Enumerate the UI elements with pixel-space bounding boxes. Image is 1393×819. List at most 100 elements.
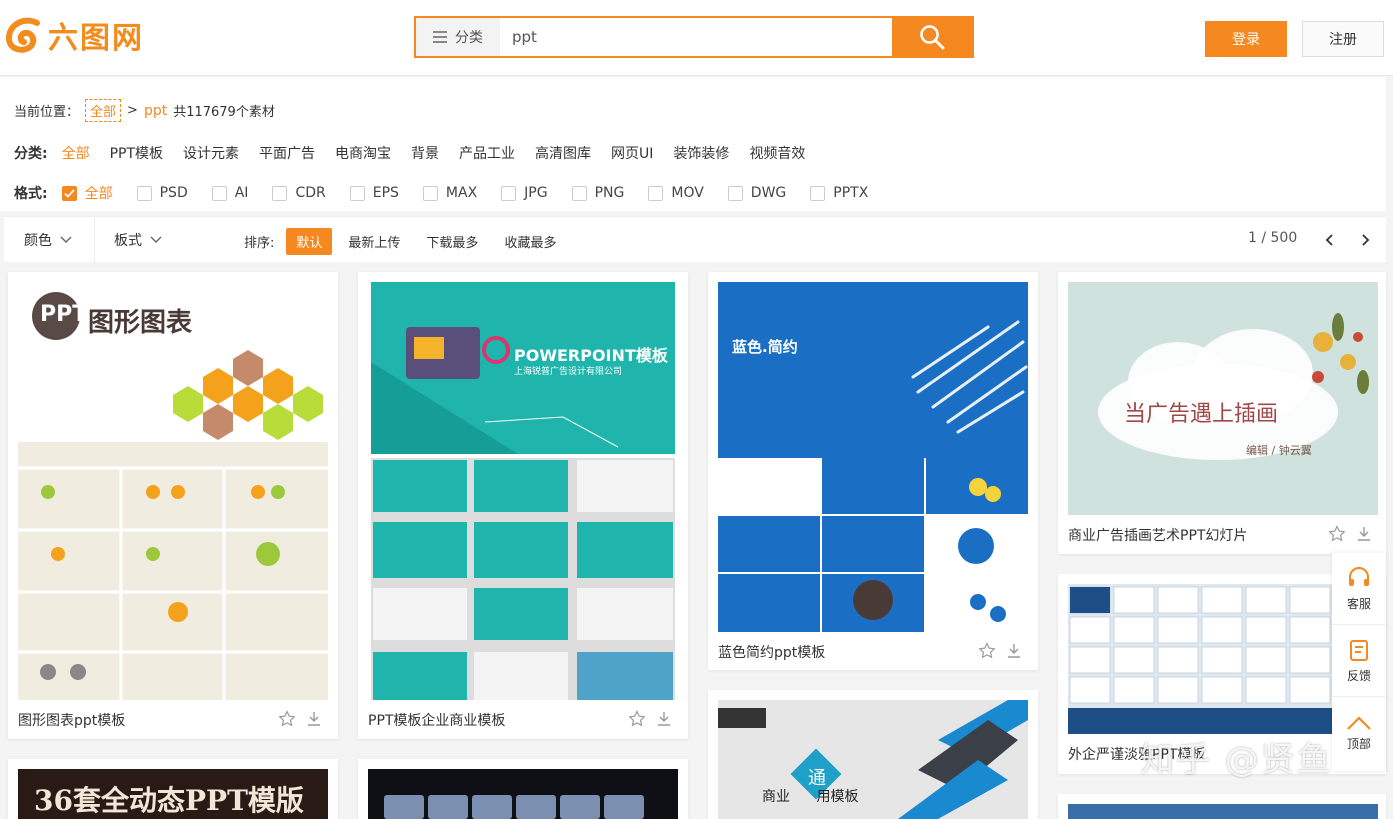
template-card[interactable] [358, 759, 688, 819]
register-button[interactable]: 注册 [1302, 21, 1384, 57]
card-thumbnail[interactable] [368, 769, 678, 819]
format-dwg[interactable]: DWG [727, 185, 787, 201]
layout-dropdown[interactable]: 板式 [114, 217, 162, 263]
checkbox-icon[interactable] [136, 185, 152, 201]
feedback-button[interactable]: 反馈 [1332, 625, 1386, 697]
card-actions [978, 642, 1022, 660]
watermark: 知乎 @贤鱼 [1140, 740, 1333, 780]
template-card[interactable] [1058, 794, 1386, 819]
card-thumbnail[interactable]: PPT 图形图表 [18, 282, 328, 700]
checkbox-icon[interactable] [272, 185, 288, 201]
site-logo[interactable]: 六图网 [4, 14, 144, 56]
category-design-elements[interactable]: 设计元素 [183, 143, 239, 163]
card-thumbnail[interactable]: 当广告遇上插画 编辑 / 钟云翼 [1068, 282, 1378, 515]
download-icon[interactable] [1006, 643, 1022, 659]
category-ppt[interactable]: PPT模板 [110, 143, 163, 163]
format-psd[interactable]: PSD [136, 185, 188, 201]
checkbox-icon[interactable] [810, 185, 826, 201]
card-thumbnail[interactable] [1068, 804, 1378, 819]
checkbox-icon[interactable] [349, 185, 365, 201]
category-all[interactable]: 全部 [62, 143, 90, 163]
category-web-ui[interactable]: 网页UI [611, 143, 653, 163]
format-cdr[interactable]: CDR [272, 185, 326, 201]
format-mov[interactable]: MOV [648, 185, 704, 201]
breadcrumb-keyword[interactable]: ppt [144, 103, 167, 119]
star-icon[interactable] [1328, 525, 1346, 543]
search-input[interactable] [500, 18, 892, 56]
headset-icon [1349, 567, 1369, 586]
layout-dropdown-label: 板式 [114, 233, 142, 249]
template-card[interactable]: POWERPOINT模板 上海锐普广告设计有限公司 PPT模板企业商业模板 [358, 272, 688, 739]
chevron-right-icon [1362, 234, 1370, 246]
category-photos[interactable]: 高清图库 [535, 143, 591, 163]
sort-newest[interactable]: 最新上传 [338, 228, 410, 255]
format-jpg[interactable]: JPG [501, 185, 548, 201]
card-thumbnail[interactable]: 36套全动态PPT模版 [18, 769, 328, 819]
template-card[interactable]: 36套全动态PPT模版 [8, 759, 338, 819]
sort-most-favorited[interactable]: 收藏最多 [494, 228, 566, 255]
format-all[interactable]: 全部 [61, 183, 113, 203]
category-backgrounds[interactable]: 背景 [411, 143, 439, 163]
star-icon[interactable] [628, 710, 646, 728]
category-industrial[interactable]: 产品工业 [459, 143, 515, 163]
checkbox-icon[interactable] [727, 185, 743, 201]
prev-page-button[interactable] [1319, 230, 1339, 250]
template-card[interactable]: 蓝色.简约 蓝色简约ppt模板 [708, 272, 1038, 670]
search-button[interactable] [892, 18, 972, 56]
result-count: 共117679个素材 [173, 105, 275, 120]
customer-service-button[interactable]: 客服 [1332, 553, 1386, 625]
thumb-subtitle: 编辑 / 钟云翼 [1246, 444, 1312, 457]
template-card[interactable]: 当广告遇上插画 编辑 / 钟云翼 商业广告插画艺术PPT幻灯片 [1058, 272, 1386, 554]
checkbox-checked-icon[interactable] [61, 185, 77, 201]
thumb-badge: PPT [40, 302, 88, 327]
template-card[interactable]: 通 商业 用模板 [708, 690, 1038, 819]
format-ai[interactable]: AI [211, 185, 249, 201]
card-thumbnail[interactable]: POWERPOINT模板 上海锐普广告设计有限公司 [368, 282, 678, 700]
checkbox-icon[interactable] [501, 185, 517, 201]
breadcrumb-all-link[interactable]: 全部 [85, 99, 122, 122]
checkbox-icon[interactable] [571, 185, 587, 201]
format-eps[interactable]: EPS [349, 185, 399, 201]
color-dropdown[interactable]: 颜色 [24, 217, 72, 263]
breadcrumb-separator: > [127, 103, 138, 118]
card-title[interactable]: PPT模板企业商业模板 [368, 710, 505, 730]
search-icon [920, 25, 945, 50]
star-icon[interactable] [978, 642, 996, 660]
format-png[interactable]: PNG [571, 185, 624, 201]
category-ecommerce[interactable]: 电商淘宝 [335, 143, 391, 163]
template-card[interactable]: PPT 图形图表 图形图表ppt模板 [8, 272, 338, 739]
chevron-down-icon [150, 236, 162, 243]
color-dropdown-label: 颜色 [24, 233, 52, 249]
card-title[interactable]: 商业广告插画艺术PPT幻灯片 [1068, 525, 1247, 545]
format-dwg-label: DWG [750, 185, 787, 201]
checkbox-icon[interactable] [211, 185, 227, 201]
format-max[interactable]: MAX [422, 185, 477, 201]
download-icon[interactable] [1356, 526, 1372, 542]
thumb-title: 36套全动态PPT模版 [34, 784, 304, 817]
thumb-subtitle: 上海锐普广告设计有限公司 [514, 367, 623, 377]
back-to-top-button[interactable]: 顶部 [1332, 697, 1386, 769]
download-icon[interactable] [656, 711, 672, 727]
category-video-audio[interactable]: 视频音效 [749, 143, 805, 163]
category-print-ads[interactable]: 平面广告 [259, 143, 315, 163]
next-page-button[interactable] [1356, 230, 1376, 250]
checkbox-icon[interactable] [422, 185, 438, 201]
card-title[interactable]: 图形图表ppt模板 [18, 710, 125, 730]
download-icon[interactable] [306, 711, 322, 727]
card-title[interactable]: 蓝色简约ppt模板 [718, 642, 825, 662]
star-icon[interactable] [278, 710, 296, 728]
card-actions [628, 710, 672, 728]
sort-most-downloaded[interactable]: 下载最多 [416, 228, 488, 255]
category-decoration[interactable]: 装饰装修 [673, 143, 729, 163]
chevron-up-icon [1347, 715, 1371, 730]
login-button[interactable]: 登录 [1205, 21, 1287, 57]
search-category-dropdown[interactable]: 分类 [416, 18, 500, 56]
checkbox-icon[interactable] [648, 185, 664, 201]
format-row-label: 格式: [14, 186, 48, 202]
format-ai-label: AI [234, 185, 249, 201]
page-indicator: 1 / 500 [1248, 230, 1298, 246]
format-pptx[interactable]: PPTX [810, 185, 868, 201]
sort-default[interactable]: 默认 [286, 228, 333, 255]
card-thumbnail[interactable]: 通 商业 用模板 [718, 700, 1028, 819]
card-thumbnail[interactable]: 蓝色.简约 [718, 282, 1028, 632]
